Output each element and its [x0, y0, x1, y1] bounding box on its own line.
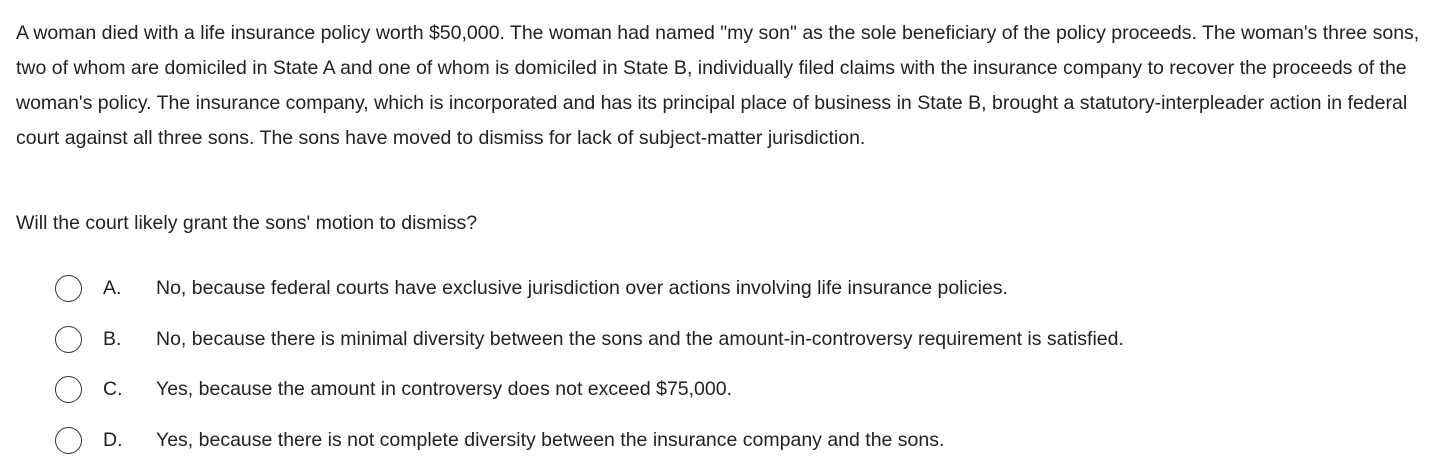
radio-button-c[interactable] — [55, 376, 82, 403]
radio-button-b[interactable] — [55, 325, 82, 353]
option-letter: B. — [103, 327, 122, 350]
option-text: No, because there is minimal diversity b… — [156, 327, 1124, 350]
option-text: Yes, because there is not complete diver… — [156, 428, 945, 451]
option-letter: A. — [103, 277, 122, 299]
option-d[interactable]: D. Yes, because there is not complete di… — [0, 414, 1437, 465]
option-text: No, because federal courts have exclusiv… — [156, 277, 1008, 299]
option-text: Yes, because the amount in controversy d… — [156, 378, 733, 400]
radio-button-a[interactable] — [55, 275, 82, 302]
question-prompt: Will the court likely grant the sons' mo… — [16, 212, 478, 234]
answer-options: A. No, because federal courts have exclu… — [0, 262, 1437, 464]
radio-button-d[interactable] — [55, 426, 82, 454]
option-b[interactable]: B. No, because there is minimal diversit… — [0, 313, 1437, 364]
option-a[interactable]: A. No, because federal courts have exclu… — [0, 262, 1437, 313]
option-letter: C. — [103, 378, 123, 400]
option-letter: D. — [103, 428, 123, 451]
question-stem: A woman died with a life insurance polic… — [16, 22, 1420, 149]
option-c[interactable]: C. Yes, because the amount in controvers… — [0, 363, 1437, 414]
